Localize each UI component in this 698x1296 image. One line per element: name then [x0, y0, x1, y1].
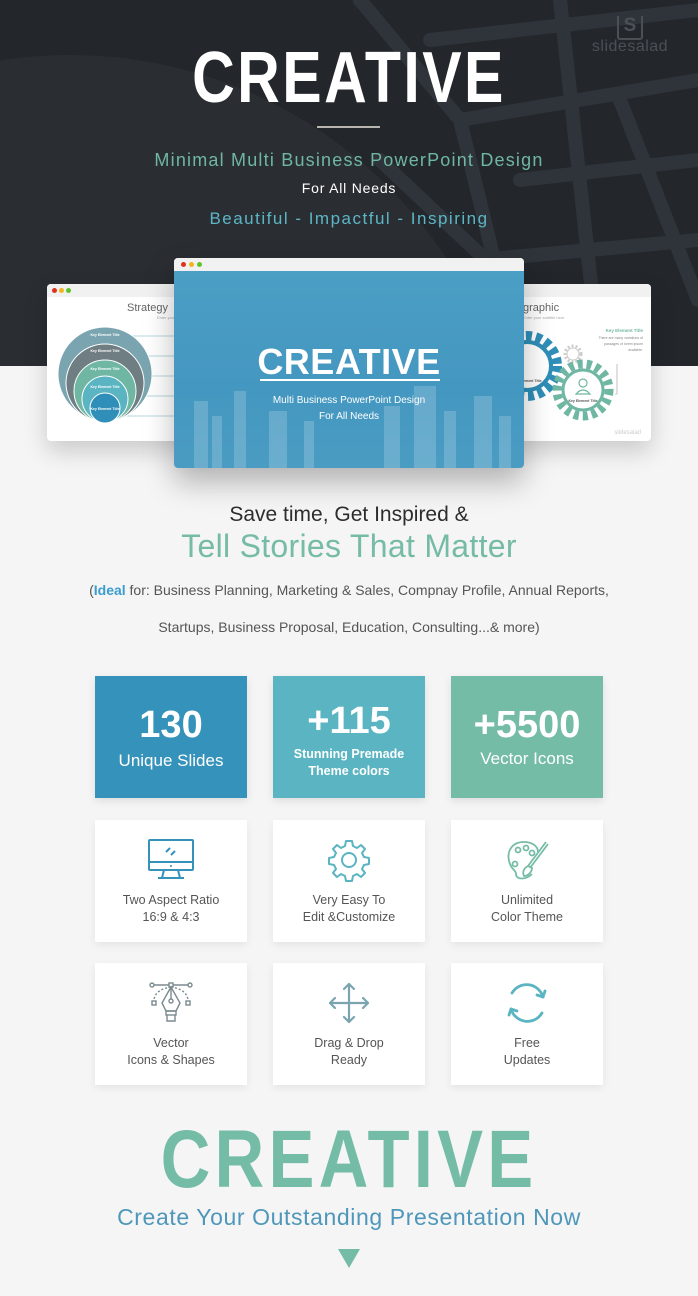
feature-label-line: Icons & Shapes — [127, 1053, 215, 1067]
slide-canvas: CREATIVE Multi Business PowerPoint Desig… — [174, 271, 524, 468]
stat-box-icons: +5500 Vector Icons — [451, 676, 603, 798]
stat-value: +5500 — [473, 704, 581, 746]
feature-label: Vector Icons & Shapes — [95, 1035, 247, 1069]
stat-box-theme-colors: +115 Stunning Premade Theme colors — [273, 676, 425, 798]
tagline-headline: Tell Stories That Matter — [181, 528, 517, 564]
move-arrows-icon — [328, 982, 370, 1024]
feature-label: Very Easy To Edit &Customize — [273, 892, 425, 926]
hero-tagline: Beautiful - Impactful - Inspiring — [209, 209, 489, 228]
feature-label-line: Unlimited — [500, 893, 554, 907]
feature-label-line: Updates — [503, 1053, 551, 1067]
stat-label: Vector Icons — [480, 749, 574, 768]
ideal-for-line-2: Startups, Business Proposal, Education, … — [158, 619, 540, 635]
stat-value: 130 — [139, 704, 203, 746]
feature-label-line: Vector — [153, 1036, 189, 1050]
ideal-for-line-1: (Ideal for: Business Planning, Marketing… — [0, 582, 698, 598]
feature-card-aspect-ratio: Two Aspect Ratio 16:9 & 4:3 — [95, 820, 247, 942]
feature-label-line: Ready — [330, 1053, 368, 1067]
ring-label: Key Element Title — [90, 349, 119, 353]
feature-label-line: 16:9 & 4:3 — [142, 910, 200, 924]
slide-title: CREATIVE — [257, 341, 441, 382]
feature-card-vector-icons: Vector Icons & Shapes — [95, 963, 247, 1085]
pen-tool-icon — [149, 982, 193, 1022]
ring-label: Key Element Title — [90, 385, 119, 389]
refresh-icon — [507, 983, 547, 1023]
footer-call-to-action[interactable]: Create Your Outstanding Presentation Now — [0, 1204, 698, 1231]
logo-mark-icon: S — [617, 16, 643, 40]
tagline-intro: Save time, Get Inspired & — [229, 503, 469, 526]
feature-label-line: Edit &Customize — [302, 910, 396, 924]
stat-label-line: Stunning Premade — [293, 747, 405, 761]
hero-title: CREATIVE — [192, 38, 506, 118]
down-arrow-icon[interactable] — [338, 1249, 360, 1268]
stat-value: +115 — [307, 700, 391, 742]
slide-subtitle: Multi Business PowerPoint Design — [272, 395, 426, 406]
feature-label-line: Very Easy To — [312, 893, 386, 907]
window-titlebar — [174, 258, 524, 271]
ideal-highlight: Ideal — [93, 582, 126, 598]
feature-card-easy-edit: Very Easy To Edit &Customize — [273, 820, 425, 942]
feature-label-line: Two Aspect Ratio — [122, 893, 220, 907]
monitor-icon — [148, 839, 194, 879]
stat-label: Stunning Premade Theme colors — [273, 746, 425, 780]
feature-card-color-theme: Unlimited Color Theme — [451, 820, 603, 942]
feature-card-free-updates: Free Updates — [451, 963, 603, 1085]
feature-label: Unlimited Color Theme — [451, 892, 603, 926]
hero-divider — [317, 126, 380, 128]
feature-label-line: Color Theme — [490, 910, 564, 924]
small-gray-gear — [563, 344, 583, 364]
slide-title-underline — [260, 379, 440, 381]
feature-label-line: Drag & Drop — [314, 1036, 384, 1050]
slide-subtitle-secondary: For All Needs — [318, 411, 380, 422]
window-minimize-dot — [189, 262, 194, 267]
palette-icon — [507, 841, 549, 880]
hero-subtitle: Minimal Multi Business PowerPoint Design — [154, 150, 544, 170]
stat-label-line: Theme colors — [308, 764, 390, 778]
feature-label: Free Updates — [451, 1035, 603, 1069]
feature-card-drag-drop: Drag & Drop Ready — [273, 963, 425, 1085]
window-maximize-dot — [197, 262, 202, 267]
ring-label: Key Element Title — [90, 333, 119, 337]
feature-label-line: Free — [514, 1036, 540, 1050]
hero-subtitle-secondary: For All Needs — [301, 180, 397, 196]
feature-label: Two Aspect Ratio 16:9 & 4:3 — [95, 892, 247, 926]
slide-watermark: slidesalad — [614, 430, 641, 436]
stat-label: Unique Slides — [118, 751, 224, 770]
stat-box-slides: 130 Unique Slides — [95, 676, 247, 798]
gear-label: Key Element Title — [568, 399, 597, 403]
window-close-dot — [181, 262, 186, 267]
slide-preview-infographic: graphic Enter your subtitle here Key Ele… — [505, 284, 651, 441]
footer-title: CREATIVE — [160, 1114, 538, 1205]
slide-preview-title: CREATIVE Multi Business PowerPoint Desig… — [174, 258, 524, 468]
ring-label: Key Element Title — [90, 367, 119, 371]
ideal-for-text: for: Business Planning, Marketing & Sale… — [125, 582, 609, 598]
gear-icon — [328, 840, 370, 882]
gears-diagram: Key Element Title Key Element Title — [505, 331, 618, 421]
ring-label: Key Element Title — [90, 407, 119, 411]
green-gear — [552, 359, 614, 421]
feature-label: Drag & Drop Ready — [273, 1035, 425, 1069]
